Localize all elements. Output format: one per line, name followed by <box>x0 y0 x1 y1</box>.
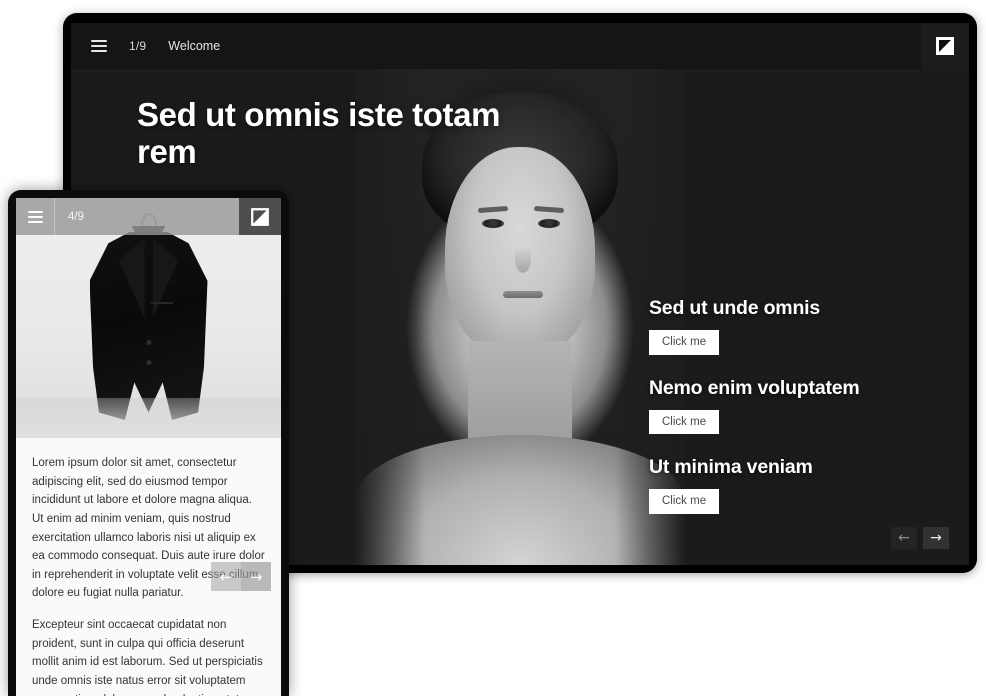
content-block: Sed ut unde omnis Click me <box>649 297 949 355</box>
slide-title: Welcome <box>168 39 221 53</box>
mobile-slide-navigation: ← → <box>211 562 271 591</box>
block-heading: Sed ut unde omnis <box>649 297 821 319</box>
slide-navigation: ← → <box>891 527 949 549</box>
hamburger-icon[interactable] <box>71 23 123 69</box>
desktop-topbar: 1/9 Welcome <box>71 23 969 69</box>
content-blocks: Sed ut unde omnis Click me Nemo enim vol… <box>649 297 949 514</box>
screenshot-stage: 1/9 Welcome Sed ut omnis iste totam rem … <box>0 0 986 696</box>
click-me-button[interactable]: Click me <box>649 409 720 435</box>
block-heading: Nemo enim voluptatem <box>649 376 860 399</box>
prev-slide-arrow-icon[interactable]: ← <box>211 562 241 591</box>
slide-corner-button[interactable] <box>239 198 281 235</box>
mobile-topbar: 4/9 <box>16 198 281 235</box>
click-me-button[interactable]: Click me <box>649 330 720 355</box>
mobile-screen: 4/9 Lorem ipsum dolor sit amet, consecte… <box>16 198 281 696</box>
click-me-button[interactable]: Click me <box>649 489 720 514</box>
page-title: Sed ut omnis iste totam rem <box>137 96 501 170</box>
slide-corner-icon <box>251 207 269 226</box>
block-heading: Ut minima veniam <box>649 456 813 479</box>
next-slide-arrow-icon[interactable]: → <box>241 562 271 591</box>
slide-corner-icon <box>936 37 954 55</box>
prev-slide-arrow-icon[interactable]: ← <box>891 527 917 549</box>
slide-counter: 1/9 <box>129 39 147 53</box>
mobile-window-frame: 4/9 Lorem ipsum dolor sit amet, consecte… <box>8 190 289 696</box>
content-block: Nemo enim voluptatem Click me <box>649 377 949 435</box>
slide-corner-button[interactable] <box>921 23 969 69</box>
content-block: Ut minima veniam Click me <box>649 456 949 514</box>
paragraph: Excepteur sint occaecat cupidatat non pr… <box>32 619 263 696</box>
next-slide-arrow-icon[interactable]: → <box>923 527 949 549</box>
slide-counter: 4/9 <box>68 210 84 223</box>
hamburger-icon[interactable] <box>16 198 54 235</box>
